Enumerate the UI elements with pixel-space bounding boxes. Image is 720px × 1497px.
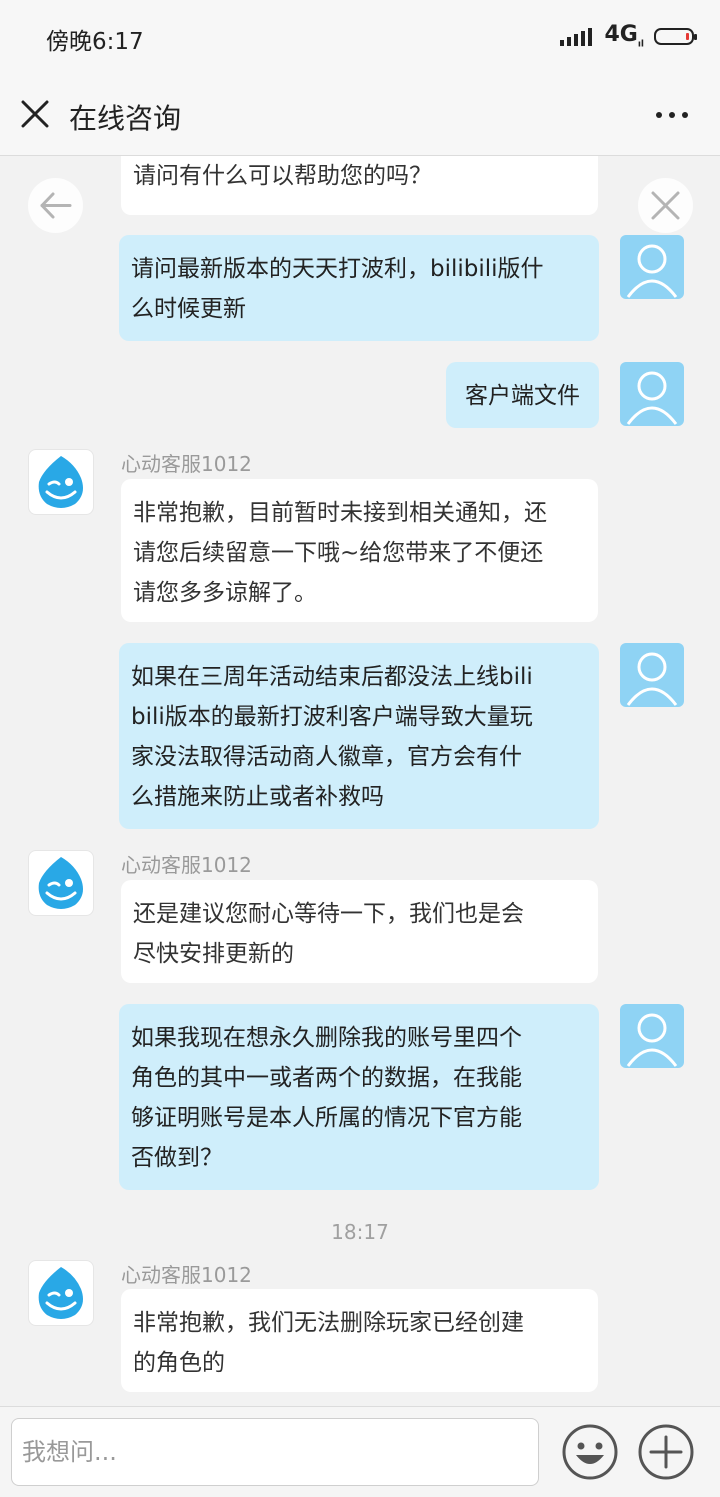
- title-bar: 在线咨询: [0, 75, 720, 156]
- message-line: 如果在三周年活动结束后都没法上线bili: [131, 664, 533, 690]
- message-line: 尽快安排更新的: [133, 941, 294, 967]
- agent-message: 请问有什么可以帮助您的吗？: [121, 156, 598, 215]
- input-bar: 我想问...: [0, 1406, 720, 1497]
- message-line: 非常抱歉，我们无法删除玩家已经创建: [133, 1310, 524, 1336]
- agent-name: 心动客服1012: [121, 853, 252, 877]
- agent-message: 非常抱歉，我们无法删除玩家已经创建 的角色的: [121, 1289, 598, 1392]
- agent-name: 心动客服1012: [121, 1263, 252, 1287]
- message-line: 家没法取得活动商人徽章，官方会有什: [131, 744, 522, 770]
- message-line: 请问最新版本的天天打波利，bilibili版什: [131, 256, 544, 282]
- agent-message: 还是建议您耐心等待一下，我们也是会 尽快安排更新的: [121, 880, 598, 983]
- message-line: 角色的其中一或者两个的数据，在我能: [131, 1065, 522, 1091]
- message-line: 非常抱歉，目前暂时未接到相关通知，还: [133, 500, 547, 526]
- message-line: 还是建议您耐心等待一下，我们也是会: [133, 901, 524, 927]
- message-line: 么措施来防止或者补救吗: [131, 784, 384, 810]
- message-line: 如果我现在想永久删除我的账号里四个: [131, 1025, 522, 1051]
- signal-icon: [560, 28, 592, 50]
- message-text: 客户端文件: [465, 383, 580, 409]
- user-avatar[interactable]: [620, 362, 684, 426]
- message-line: 否做到？: [131, 1145, 223, 1171]
- message-line: bili版本的最新打波利客户端导致大量玩: [131, 704, 533, 730]
- message-text: 请问有什么可以帮助您的吗？: [133, 163, 432, 189]
- arrow-left-icon: [40, 192, 72, 219]
- agent-avatar[interactable]: [28, 1260, 94, 1326]
- agent-avatar[interactable]: [28, 449, 94, 515]
- close-icon: [651, 191, 680, 220]
- message-line: 么时候更新: [131, 296, 246, 322]
- user-avatar[interactable]: [620, 235, 684, 299]
- user-message: 请问最新版本的天天打波利，bilibili版什 么时候更新: [119, 235, 599, 341]
- timestamp: 18:17: [331, 1220, 389, 1244]
- more-icon[interactable]: [656, 105, 690, 125]
- user-message: 如果我现在想永久删除我的账号里四个 角色的其中一或者两个的数据，在我能 够证明账…: [119, 1004, 599, 1190]
- plus-icon[interactable]: [637, 1423, 695, 1481]
- user-message: 如果在三周年活动结束后都没法上线bili bili版本的最新打波利客户端导致大量…: [119, 643, 599, 829]
- user-avatar[interactable]: [620, 643, 684, 707]
- close-icon[interactable]: [18, 97, 52, 131]
- page-title: 在线咨询: [69, 102, 182, 135]
- network-indicator: 4Gıl: [604, 22, 644, 50]
- agent-avatar[interactable]: [28, 850, 94, 916]
- status-bar: 傍晚6:17 4Gıl: [0, 0, 720, 75]
- message-line: 请您后续留意一下哦~给您带来了不便还: [133, 540, 544, 566]
- message-line: 够证明账号是本人所属的情况下官方能: [131, 1105, 522, 1131]
- user-avatar[interactable]: [620, 1004, 684, 1068]
- message-input[interactable]: 我想问...: [11, 1418, 539, 1486]
- agent-message: 非常抱歉，目前暂时未接到相关通知，还 请您后续留意一下哦~给您带来了不便还 请您…: [121, 479, 598, 622]
- message-line: 请您多多谅解了。: [133, 580, 317, 606]
- back-button[interactable]: [28, 178, 83, 233]
- message-line: 的角色的: [133, 1350, 225, 1376]
- status-time: 傍晚6:17: [46, 29, 144, 55]
- emoji-icon[interactable]: [561, 1423, 619, 1481]
- agent-name: 心动客服1012: [121, 452, 252, 476]
- chat-list[interactable]: 请问有什么可以帮助您的吗？ 请问最新版本的天天打波利，bilibili版什 么时…: [0, 156, 720, 1406]
- close-overlay-button[interactable]: [638, 178, 693, 233]
- user-message: 客户端文件: [446, 362, 599, 428]
- battery-icon: [654, 28, 697, 45]
